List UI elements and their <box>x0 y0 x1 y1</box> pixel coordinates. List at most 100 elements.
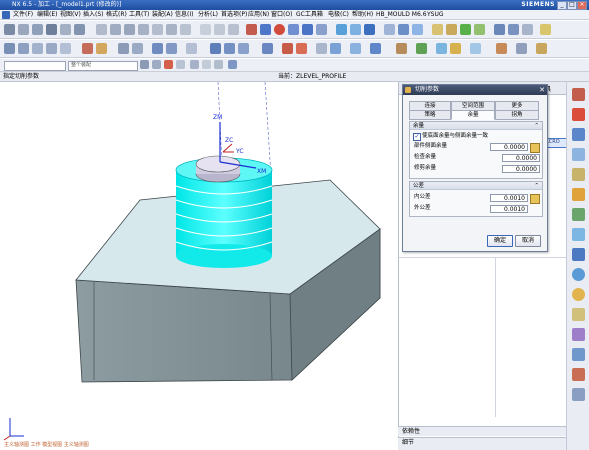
hd3d-tools-icon[interactable] <box>572 168 585 181</box>
part-side-stock-input[interactable]: 0.0000 <box>490 143 528 151</box>
generate-path-icon[interactable] <box>82 43 93 54</box>
snap-intersection-icon[interactable] <box>190 60 199 69</box>
collapse-icon[interactable]: ⌃ <box>534 182 539 190</box>
program-view-icon[interactable] <box>210 43 221 54</box>
gauge-icon[interactable] <box>536 43 547 54</box>
menu-ysug[interactable]: YSUG <box>427 10 444 20</box>
filter-combo[interactable]: 整个装配 <box>68 61 138 71</box>
app-icon[interactable] <box>2 11 10 19</box>
holder-icon[interactable] <box>496 43 507 54</box>
palette-icon[interactable] <box>572 328 585 341</box>
offset-face-icon[interactable] <box>522 24 533 35</box>
delete-object-icon[interactable] <box>350 43 361 54</box>
output-cls-icon[interactable] <box>186 43 197 54</box>
animate-icon[interactable] <box>470 43 481 54</box>
snap-end-icon[interactable] <box>140 60 149 69</box>
menu-info[interactable]: 信息(I) <box>175 10 193 20</box>
create-operation-icon[interactable] <box>60 43 71 54</box>
machine-tool-navigator-icon[interactable] <box>572 368 585 381</box>
intersect-icon[interactable] <box>412 24 423 35</box>
text-icon[interactable] <box>46 24 57 35</box>
dialog-close-icon[interactable]: ✕ <box>539 85 545 95</box>
operation-navigator-icon[interactable] <box>572 388 585 401</box>
snap-quadrant-icon[interactable] <box>176 60 185 69</box>
bridge-icon[interactable] <box>228 24 239 35</box>
display-object-icon[interactable] <box>370 43 381 54</box>
menu-edit[interactable]: 编辑(E) <box>37 10 57 20</box>
tool-view-icon[interactable] <box>224 43 235 54</box>
pocket-icon[interactable] <box>364 24 375 35</box>
minimize-button[interactable]: _ <box>557 1 567 10</box>
tool-path-icon[interactable] <box>450 43 461 54</box>
menu-combo[interactable] <box>4 61 66 71</box>
block-icon[interactable] <box>288 24 299 35</box>
edit-object-icon[interactable] <box>282 43 293 54</box>
line-icon[interactable] <box>18 24 29 35</box>
formula-icon[interactable] <box>530 194 540 204</box>
menu-help[interactable]: 帮助(H) <box>352 10 373 20</box>
snap-existing-icon[interactable] <box>228 60 237 69</box>
create-tool-icon[interactable] <box>18 43 29 54</box>
check-stock-input[interactable]: 0.0000 <box>502 154 540 162</box>
extend-icon[interactable] <box>138 24 149 35</box>
menu-assembly[interactable]: 装配(A) <box>152 10 173 20</box>
cut-object-icon[interactable] <box>296 43 307 54</box>
chamfer-icon[interactable] <box>446 24 457 35</box>
shell-icon[interactable] <box>474 24 485 35</box>
create-geometry-icon[interactable] <box>32 43 43 54</box>
transform-icon[interactable] <box>396 43 407 54</box>
arc-icon[interactable] <box>74 24 85 35</box>
assembly-navigator-icon[interactable] <box>572 88 585 101</box>
copy-object-icon[interactable] <box>316 43 327 54</box>
ok-button[interactable]: 确定 <box>487 235 513 247</box>
trim-stock-input[interactable]: 0.0000 <box>502 165 540 173</box>
edge-blend-icon[interactable] <box>432 24 443 35</box>
menu-tools[interactable]: 工具(T) <box>129 10 149 20</box>
snap-mid-icon[interactable] <box>152 60 161 69</box>
menu-format[interactable]: 格式(R) <box>106 10 127 20</box>
divide-icon[interactable] <box>152 24 163 35</box>
feed-icon[interactable] <box>436 43 447 54</box>
offset-icon[interactable] <box>60 24 71 35</box>
manufacturing-wizard-icon[interactable] <box>572 268 585 281</box>
replay-path-icon[interactable] <box>96 43 107 54</box>
constraint-navigator-icon[interactable] <box>572 108 585 121</box>
measure-icon[interactable] <box>540 24 551 35</box>
point-icon[interactable] <box>260 24 271 35</box>
menu-file[interactable]: 文件(F) <box>13 10 33 20</box>
history-icon[interactable] <box>572 208 585 221</box>
mirror-icon[interactable] <box>180 24 191 35</box>
menu-gc-toolbox[interactable]: GC工具箱 <box>296 10 323 20</box>
circle-icon[interactable] <box>274 24 285 35</box>
cylinder-icon[interactable] <box>316 24 327 35</box>
join-icon[interactable] <box>214 24 225 35</box>
info-icon[interactable] <box>416 43 427 54</box>
split-body-icon[interactable] <box>508 24 519 35</box>
formula-icon[interactable] <box>530 143 540 153</box>
outtol-input[interactable]: 0.0010 <box>490 205 528 213</box>
collapse-icon[interactable]: ⌃ <box>534 122 539 130</box>
stock-group-header[interactable]: 余量 ⌃ <box>410 122 542 130</box>
tab-corners[interactable]: 拐角 <box>495 110 539 120</box>
snap-center-icon[interactable] <box>164 60 173 69</box>
verify-path-icon[interactable] <box>132 43 143 54</box>
postprocess-icon[interactable] <box>152 43 163 54</box>
maximize-button[interactable]: □ <box>567 1 577 10</box>
shop-doc-icon[interactable] <box>166 43 177 54</box>
roles-icon[interactable] <box>572 288 585 301</box>
same-floor-side-checkbox[interactable]: ✓ <box>413 133 421 141</box>
snap-point-icon[interactable] <box>246 24 257 35</box>
create-method-icon[interactable] <box>46 43 57 54</box>
sketch-icon[interactable] <box>4 24 15 35</box>
process-studio-icon[interactable] <box>572 248 585 261</box>
trim-body-icon[interactable] <box>494 24 505 35</box>
reuse-library-icon[interactable] <box>572 148 585 161</box>
tab-stock[interactable]: 余量 <box>451 110 495 120</box>
subtract-icon[interactable] <box>398 24 409 35</box>
close-button[interactable]: × <box>577 1 587 10</box>
spline-icon[interactable] <box>110 24 121 35</box>
menu-analysis[interactable]: 分析(L) <box>198 10 218 20</box>
menu-application[interactable]: 应用(N) <box>248 10 269 20</box>
menu-window[interactable]: 窗口(O) <box>271 10 292 20</box>
list-path-icon[interactable] <box>118 43 129 54</box>
